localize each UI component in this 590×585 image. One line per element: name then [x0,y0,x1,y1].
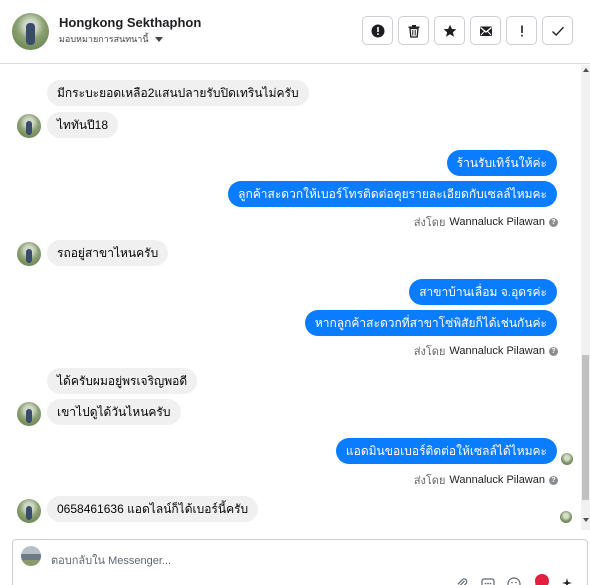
contact-avatar[interactable] [12,13,49,50]
mark-unread-button[interactable] [470,16,501,45]
sent-by-label: ส่งโดย Wannaluck Pilawan ? [414,342,558,360]
delete-button[interactable] [398,16,429,45]
chat-dots-icon [481,578,495,585]
message-bubble-incoming[interactable]: 0658461636 แอดไลน์ก็ได้เบอร์นี้ครับ [47,496,259,522]
sent-by-agent[interactable]: Wannaluck Pilawan [449,345,545,357]
sent-by-prefix: ส่งโดย [413,475,446,487]
reply-composer[interactable]: ตอบกลับใน Messenger... [12,539,588,585]
mark-important-button[interactable] [506,16,537,45]
payment-button[interactable] [533,574,549,585]
scroll-up-arrow-icon[interactable] [583,68,589,72]
message-bubble-incoming[interactable]: รถอยู่สาขาไหนครับ [47,240,169,266]
star-button[interactable] [434,16,465,45]
sent-by-prefix: ส่งโดย [413,217,446,229]
alert-circle-icon [371,24,384,37]
message-bubble-outgoing[interactable]: หากลูกค้าสะดวกที่สาขาโซ่พิสัยก็ได้เช่นกั… [304,310,557,336]
message-bubble-incoming[interactable]: ได้ครับผมอยู่พรเจริญพอดี [47,368,198,394]
help-icon[interactable]: ? [549,346,558,356]
magic-button[interactable] [559,577,573,585]
message-bubble-incoming[interactable]: เขาไปดูได้วันไหนครับ [47,399,181,425]
help-icon[interactable]: ? [549,217,558,227]
mail-icon [479,26,492,36]
message-bubble-incoming[interactable]: ไททันปี18 [47,112,119,138]
contact-avatar-small[interactable] [17,114,41,138]
sent-by-agent[interactable]: Wannaluck Pilawan [449,474,545,486]
star-icon [443,24,456,37]
scrollbar-thumb[interactable] [582,355,589,500]
check-icon [551,26,564,36]
message-bubble-outgoing[interactable]: ร้านรับเทิร์นให้ค่ะ [446,150,557,176]
smiley-icon [507,577,521,585]
reply-input[interactable]: ตอบกลับใน Messenger... [51,551,171,569]
seen-avatar-indicator [561,453,573,465]
sent-by-label: ส่งโดย Wannaluck Pilawan ? [414,471,558,489]
page-avatar [21,546,41,566]
mark-done-button[interactable] [542,16,573,45]
conversation-header: Hongkong Sekthaphon มอบหมายการสนทนานี้ [0,0,590,64]
assign-label: มอบหมายการสนทนานี้ [59,34,149,44]
contact-avatar-small[interactable] [17,242,41,266]
assign-conversation-dropdown[interactable]: มอบหมายการสนทนานี้ [59,32,163,46]
message-bubble-outgoing[interactable]: ลูกค้าสะดวกให้เบอร์โทรติดต่อคุยรายละเอีย… [228,181,557,207]
saved-replies-button[interactable] [481,577,495,585]
contact-name[interactable]: Hongkong Sekthaphon [59,15,201,30]
message-bubble-outgoing[interactable]: แอดมินขอเบอร์ติดต่อให้เซลล์ได้ไหมคะ [335,438,557,464]
emoji-button[interactable] [507,577,521,585]
exclamation-icon [520,25,523,36]
seen-avatar-indicator [560,511,572,523]
sent-by-label: ส่งโดย Wannaluck Pilawan ? [414,213,558,231]
sent-by-prefix: ส่งโดย [413,346,446,358]
paperclip-icon [457,578,468,585]
notification-dot [535,574,549,585]
message-bubble-outgoing[interactable]: สาขาบ้านเลื่อม จ.อุดรค่ะ [409,279,557,305]
scroll-down-arrow-icon[interactable] [583,518,589,522]
help-icon[interactable]: ? [549,475,558,485]
caret-down-icon [154,36,163,42]
trash-icon [408,24,419,38]
attachment-button[interactable] [455,577,469,585]
report-spam-button[interactable] [362,16,393,45]
composer-tools [455,574,573,585]
contact-avatar-small[interactable] [17,402,41,426]
contact-avatar-small[interactable] [17,499,41,523]
sparkle-icon [562,578,572,585]
message-bubble-incoming[interactable]: มีกระบะยอดเหลือ2แสนปลายรับปิดเทรินไม่ครั… [47,80,309,106]
sent-by-agent[interactable]: Wannaluck Pilawan [449,216,545,228]
